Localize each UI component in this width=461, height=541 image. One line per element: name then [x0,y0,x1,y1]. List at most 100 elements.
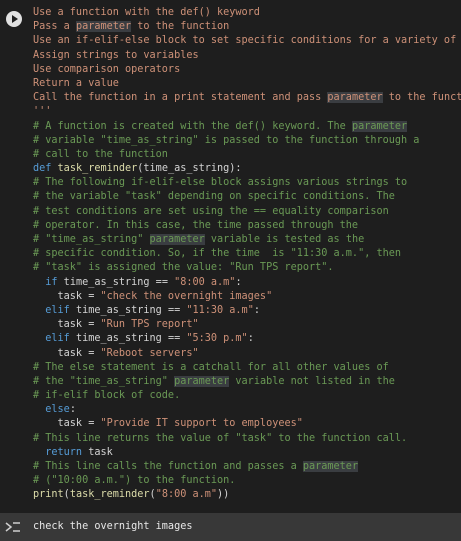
code-token: parameter [149,234,205,245]
code-token: to the function [388,92,461,104]
code-token: # if-elif block of code. [33,390,181,402]
code-line: # "time_as_string" parameter variable is… [33,233,461,247]
code-line: task = "Run TPS report" [33,318,461,332]
code-line: ''' [33,105,461,119]
code-token: # "task" is assigned the value: "Run TPS… [33,262,334,274]
code-token: ''' [33,106,52,118]
code-token: task = [33,418,101,430]
code-token: # This line calls the function and passe… [33,461,303,472]
code-token: # A function is created with the def() k… [33,120,352,132]
code-token: return [33,446,83,458]
code-token: task_reminder [69,489,150,501]
code-line: elif time_as_string == "5:30 p.m": [33,332,461,346]
code-token: task = [33,290,101,302]
code-line: Call the function in a print statement a… [33,91,461,105]
code-token: (time_as_string): [137,163,242,175]
code-token: "Run TPS report" [100,319,199,331]
code-token: def [33,163,52,175]
code-token: # the variable "task" depending on speci… [33,191,395,203]
code-token: # "time_as_string" [33,234,150,245]
code-token: # The else statement is a catchall for a… [33,361,389,373]
run-cell-button[interactable] [6,11,22,27]
code-line: Return a value [33,77,461,91]
code-token: "8:00 a.m" [174,276,236,288]
code-token: # the "time_as_string" [33,375,175,387]
code-token: variable is tested as the [204,234,365,245]
code-token: parameter [351,120,408,132]
code-token: # operator. In this case, the time passe… [33,219,359,231]
code-line: # specific condition. So, if the time is… [33,247,461,261]
code-token: : [235,276,242,288]
code-token: # The following if-elif-else block assig… [33,177,408,189]
code-line: return task [33,446,461,460]
code-token: "5:30 p.m" [186,333,248,345]
code-line: # The following if-elif-else block assig… [33,176,461,190]
code-line: print(task_reminder("8:00 a.m")) [33,488,461,502]
code-token: Use comparison operators [33,63,181,75]
code-token: parameter [327,92,383,104]
code-line: Use a function with the def() keyword [33,6,461,20]
output-text: check the overnight images [33,521,193,532]
code-token: Call the function in a print statement a… [33,92,328,104]
code-token: parameter [174,375,230,387]
code-token: else [33,404,70,416]
code-line: Use an if-elif-else block to set specifi… [33,34,461,48]
code-token: # ("10:00 a.m.") to the function. [33,475,236,487]
code-token: time_as_string == [69,304,187,316]
code-line: # The else statement is a catchall for a… [33,361,461,375]
code-line: # This line calls the function and passe… [33,460,461,474]
code-line: # variable "time_as_string" is passed to… [33,134,461,148]
code-line: # This line returns the value of "task" … [33,432,461,446]
code-line: # operator. In this case, the time passe… [33,219,461,233]
code-token: "8:00 a.m" [155,489,218,501]
code-token: )) [217,489,230,501]
code-token: Assign strings to variables [33,49,199,61]
code-token: Use a function with the def() keyword [33,7,260,18]
code-token: task_reminder [57,163,138,175]
code-token: # variable "time_as_string" is passed to… [33,134,420,146]
output-area: check the overnight images [0,513,461,541]
code-token: parameter [302,461,359,472]
code-editor[interactable]: Use a function with the def() keyword Pas… [33,6,461,503]
code-token: "Provide IT support to employees" [100,418,303,430]
code-token: : [253,304,260,316]
output-toggle-icon[interactable] [5,521,21,533]
code-token: : [69,404,76,416]
code-token: # specific condition. So, if the time is… [33,248,402,260]
code-token: task [82,446,113,458]
code-line: def task_reminder(time_as_string): [33,162,461,176]
code-token: time_as_string == [57,276,175,288]
code-token: "Reboot servers" [100,347,199,359]
code-token: elif [33,304,70,316]
code-line: # test conditions are set using the == e… [33,205,461,219]
code-line: Pass a parameter to the function [33,20,461,34]
code-line: task = "Provide IT support to employees" [33,417,461,431]
code-line: # ("10:00 a.m.") to the function. [33,474,461,488]
code-token: Pass a [33,21,76,33]
code-line: else: [33,403,461,417]
code-line: # "task" is assigned the value: "Run TPS… [33,261,461,275]
code-token: if [33,276,58,288]
code-line: # if-elif block of code. [33,389,461,403]
code-token: "check the overnight images" [100,290,273,302]
code-token: task = [33,319,101,331]
code-line: # the variable "task" depending on speci… [33,190,461,204]
code-token: task = [33,347,101,359]
code-token: time_as_string == [69,333,187,345]
code-line: Use comparison operators [33,63,461,77]
code-line: # A function is created with the def() k… [33,120,461,134]
code-token: # test conditions are set using the == e… [33,205,389,217]
code-line: if time_as_string == "8:00 a.m": [33,276,461,290]
code-cell[interactable]: Use a function with the def() keyword Pas… [0,0,461,513]
code-token: print [33,489,64,501]
code-token: variable not listed in the [229,375,395,387]
code-token: to the function [131,21,230,33]
code-token: Return a value [33,77,119,89]
code-line: Assign strings to variables [33,49,461,63]
code-line: task = "Reboot servers" [33,347,461,361]
code-line: # the "time_as_string" parameter variabl… [33,375,461,389]
code-token: : [247,333,254,345]
code-token: # This line returns the value of "task" … [33,432,408,444]
code-token: # call to the function [33,148,168,160]
code-token: "11:30 a.m" [186,304,254,316]
